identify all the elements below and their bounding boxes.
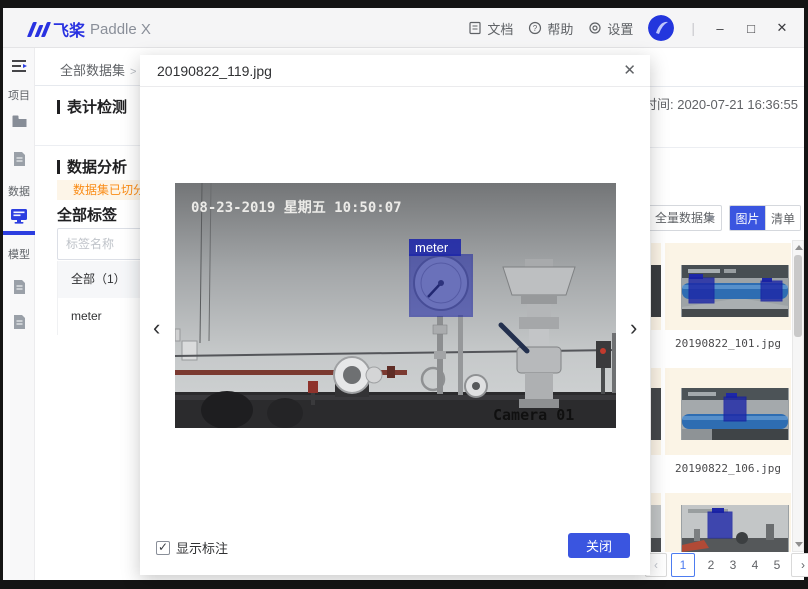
annotation-bbox [410,255,472,316]
logo-text-cn: 飞桨 [53,17,85,41]
minimize-button[interactable]: – [712,21,728,36]
thumbnail-image-partial[interactable] [651,265,661,317]
modal-title: 20190822_119.jpg [157,63,272,79]
hamburger-icon [10,57,28,75]
project-title-text: 表计检测 [67,96,127,117]
pagination: ‹ 1 2 3 4 5 › [650,553,804,579]
help-label: 帮助 [547,19,573,38]
modal-close-icon[interactable]: ✕ [623,61,636,79]
file-icon [13,279,26,295]
dataset-scope-select[interactable]: 全量数据集 [646,205,722,231]
collapse-menu-button[interactable] [3,57,35,80]
thumbnail-image-partial[interactable] [651,388,661,440]
user-avatar[interactable] [648,15,674,41]
help-icon: ? [528,21,542,35]
rail-item-project-detail[interactable] [3,151,35,172]
logo-text-en: Paddle X [90,21,151,38]
titlebar: 飞桨 Paddle X 文档 ? 帮助 设置 | [3,8,804,48]
modal-close-button[interactable]: 关闭 [568,533,630,558]
rail-group-data: 数据 [3,183,35,199]
rail-item-project-list[interactable] [3,114,35,134]
dataset-browser-panel: 时间: 2020-07-21 16:36:55 全量数据集 图片 清单 [650,48,804,580]
docs-menu-item[interactable]: 文档 [468,19,513,38]
checkbox-checked-icon[interactable] [156,541,170,555]
rail-group-project: 项目 [3,87,35,103]
help-menu-item[interactable]: ? 帮助 [528,19,573,38]
annotation-label-text: meter [415,240,449,255]
paddle-logo-icon [30,21,48,37]
pagination-page-1[interactable]: 1 [671,553,695,577]
view-image-button[interactable]: 图片 [730,206,765,230]
pagination-page-4[interactable]: 4 [745,553,765,577]
thumbnail-image-partial[interactable] [651,505,661,552]
panel-divider [650,147,804,148]
scrollbar[interactable] [792,240,804,552]
app-frame: 飞桨 Paddle X 文档 ? 帮助 设置 | [3,8,804,580]
view-toggle: 图片 清单 [729,205,801,231]
rail-item-model-train[interactable] [3,279,35,300]
settings-menu-item[interactable]: 设置 [588,19,633,38]
thumbnail-image[interactable] [681,388,789,440]
thumbnail-filename[interactable]: 20190822_101.jpg [665,337,791,350]
carousel-prev-icon[interactable]: ‹ [153,317,160,339]
breadcrumb-separator: > [130,66,136,78]
camera-label-text: Camera 01 [493,406,574,424]
preview-image[interactable]: meter 08-23-2019 星期五 10:50:07 Camera 01 [175,183,616,428]
chevron-down-icon [707,216,715,221]
image-preview-modal: 20190822_119.jpg ✕ ‹ › [140,55,650,575]
settings-label: 设置 [607,19,633,38]
section-divider [35,145,155,146]
modal-header: 20190822_119.jpg ✕ [140,55,650,87]
scroll-down-icon[interactable] [795,542,803,547]
panel-divider [650,86,804,87]
thumbnail-image[interactable] [681,265,789,317]
thumbnail-filename[interactable]: 20190822_106.jpg [665,462,791,475]
analysis-title-text: 数据分析 [67,156,127,177]
scroll-up-icon[interactable] [795,245,803,250]
docs-label: 文档 [487,19,513,38]
section-bar [57,100,60,114]
dataset-scope-value: 全量数据集 [655,211,715,225]
scrollbar-thumb[interactable] [794,255,802,337]
pagination-next-button[interactable]: › [791,553,808,577]
section-bar [57,160,60,174]
dataset-panel: 全部数据集>表计 表计检测 数据分析 数据集已切分 全部标签 全部（1） met… [35,48,155,580]
project-section-title: 表计检测 [57,96,127,117]
titlebar-divider: | [691,20,695,36]
rail-active-indicator [3,231,35,235]
pagination-page-2[interactable]: 2 [701,553,721,577]
carousel-next-icon[interactable]: › [630,317,637,339]
maximize-button[interactable]: □ [743,21,759,36]
show-annotation-checkbox[interactable]: 显示标注 [156,538,228,557]
document-icon [468,21,482,35]
view-list-button[interactable]: 清单 [765,206,800,230]
window-close-button[interactable]: ✕ [774,20,790,36]
pagination-page-3[interactable]: 3 [723,553,743,577]
rail-item-model-eval[interactable] [3,314,35,335]
file-icon [13,151,26,167]
rail-group-model: 模型 [3,246,35,262]
app-window: 飞桨 Paddle X 文档 ? 帮助 设置 | [0,0,808,589]
gear-icon [588,21,602,35]
file-icon [13,314,26,330]
left-rail: 项目 数据 模型 [3,48,35,580]
breadcrumb-root[interactable]: 全部数据集 [60,63,125,78]
all-labels-title: 全部标签 [57,204,117,225]
create-time-text: 时间: 2020-07-21 16:36:55 [644,94,798,113]
paddlex-logo: 飞桨 Paddle X [30,17,151,41]
breadcrumb-row: 全部数据集>表计 [35,48,155,86]
rail-item-dataset-active[interactable] [3,208,35,230]
svg-text:?: ? [533,24,538,33]
image-timestamp-text: 08-23-2019 星期五 10:50:07 [191,200,402,216]
pagination-page-5[interactable]: 5 [767,553,787,577]
analysis-section-title: 数据分析 [57,156,127,177]
checkbox-label: 显示标注 [176,538,228,557]
thumbnail-image[interactable] [681,505,789,552]
dataset-monitor-icon [9,208,29,225]
folder-icon [11,114,28,129]
